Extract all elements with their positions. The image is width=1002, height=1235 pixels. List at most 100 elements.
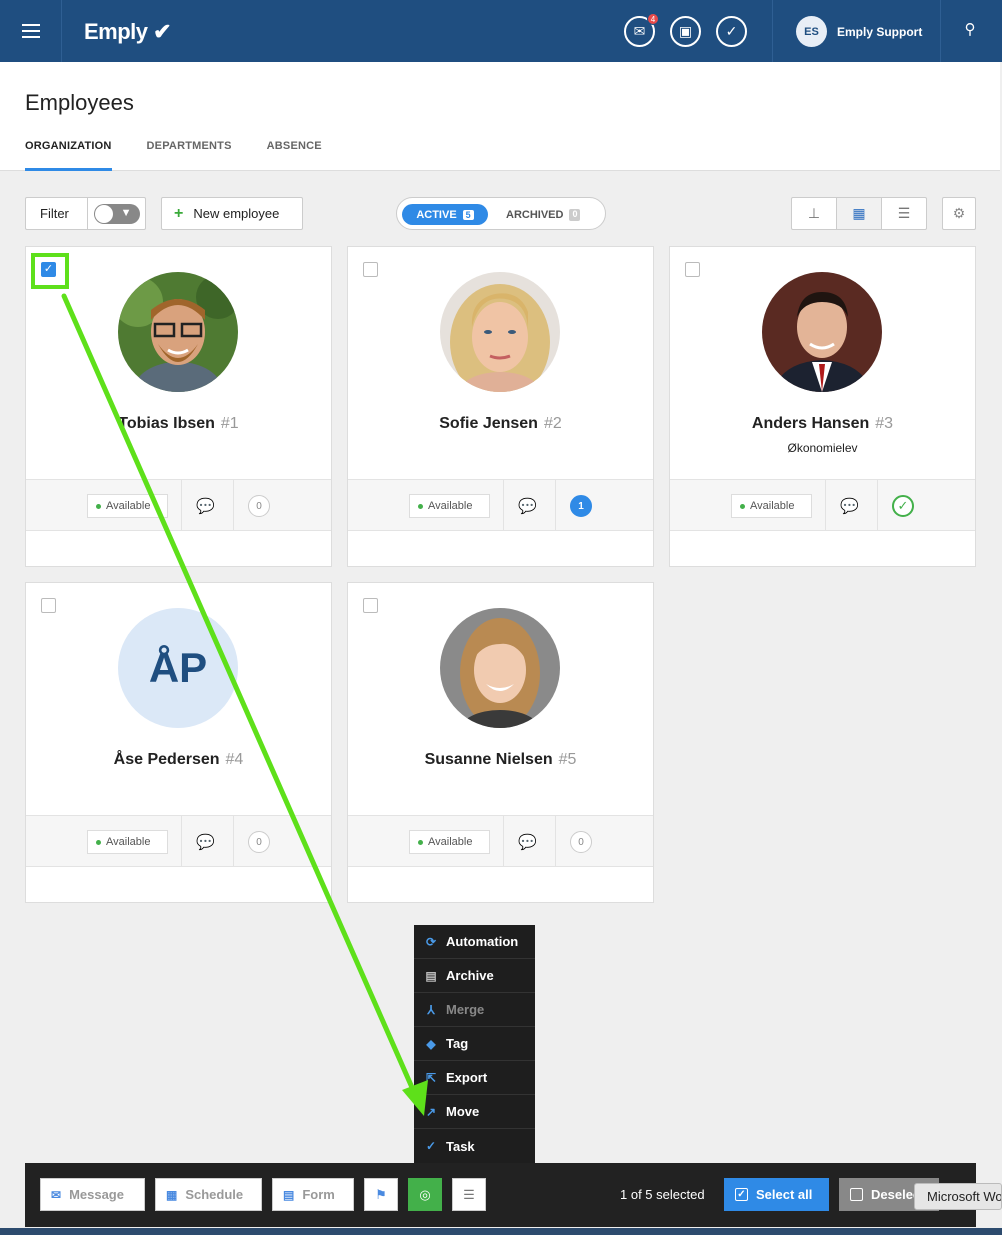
chat-icon[interactable]: 💬	[518, 497, 537, 515]
bulk-action-bar: ✉ Message ▦ Schedule ▤ Form ⚑ ◎ ☰ 1 of 5 se…	[25, 1163, 976, 1227]
tab-organization[interactable]: ORGANIZATION	[25, 140, 112, 171]
divider	[772, 0, 773, 62]
employee-checkbox[interactable]	[363, 598, 378, 613]
archive-box-icon: ▤	[425, 968, 437, 983]
tab-departments[interactable]: DEPARTMENTS	[147, 140, 232, 171]
menu-item-move[interactable]: ↗ Move	[414, 1095, 535, 1129]
divider	[555, 816, 556, 866]
tab-absence[interactable]: ABSENCE	[267, 140, 322, 171]
employee-initials-avatar: ÅP	[118, 608, 238, 728]
hierarchy-icon: ⊥	[807, 205, 821, 221]
messages-button[interactable]: ✉ 4	[624, 13, 659, 47]
grid-view-button[interactable]: ▦	[837, 198, 882, 229]
employee-card[interactable]: Sofie Jensen #2 Available 💬 1	[347, 246, 654, 567]
list-view-button[interactable]: ☰	[882, 198, 926, 229]
employee-status-row: Available 💬 0	[26, 815, 331, 867]
user-avatar: ES	[796, 16, 827, 47]
chat-icon[interactable]: 💬	[196, 833, 215, 851]
employee-number: #4	[225, 751, 244, 768]
merge-icon: ⅄	[427, 1002, 435, 1017]
chat-icon[interactable]: 💬	[196, 497, 215, 515]
tasks-button[interactable]: ✓	[716, 16, 747, 47]
availability-badge: Available	[409, 494, 490, 518]
settings-button[interactable]: ⚙	[942, 197, 976, 230]
employee-name[interactable]: Tobias Ibsen #1	[26, 415, 331, 433]
employee-name[interactable]: Åse Pedersen #4	[26, 751, 331, 769]
emply-logo[interactable]: Emply ✔	[84, 19, 172, 45]
employee-name[interactable]: Sofie Jensen #2	[348, 415, 653, 433]
taskbar-tooltip: Microsoft Word	[914, 1183, 1002, 1210]
employee-name[interactable]: Anders Hansen #3	[670, 415, 975, 433]
chat-icon[interactable]: 💬	[518, 833, 537, 851]
task-complete-icon: ✓	[892, 495, 914, 517]
selection-count: 1 of 5 selected	[620, 1187, 705, 1202]
funnel-icon: ▼	[120, 206, 132, 219]
menu-item-label: Automation	[446, 934, 519, 949]
employee-photo	[440, 608, 560, 728]
filter-control: Filter ▼	[25, 197, 146, 230]
employee-card[interactable]: ÅP Åse Pedersen #4 Available 💬 0	[25, 582, 332, 903]
archived-count: 0	[569, 209, 581, 221]
form-label: Form	[302, 1187, 335, 1202]
employee-card[interactable]: Susanne Nielsen #5 Available 💬 0	[347, 582, 654, 903]
envelope-icon: ✉	[633, 23, 646, 39]
active-filter-button[interactable]: ACTIVE 5	[402, 204, 488, 225]
view-switcher: ⊥ ▦ ☰	[791, 197, 927, 230]
schedule-button[interactable]: ▦ Schedule	[155, 1178, 262, 1211]
employee-checkbox[interactable]	[41, 598, 56, 613]
hamburger-icon	[21, 24, 40, 38]
employee-checkbox[interactable]	[363, 262, 378, 277]
chat-icon[interactable]: 💬	[840, 497, 859, 515]
message-button[interactable]: ✉ Message	[40, 1178, 145, 1211]
select-all-button[interactable]: ✓ Select all	[724, 1178, 829, 1211]
menu-item-automation[interactable]: ⟳ Automation	[414, 925, 535, 959]
menu-item-task[interactable]: ✓ Task	[414, 1129, 535, 1163]
divider	[940, 0, 941, 62]
calendar-button[interactable]: ▣	[670, 16, 701, 47]
employee-checkbox[interactable]	[685, 262, 700, 277]
target-button[interactable]: ◎	[408, 1178, 442, 1211]
form-button[interactable]: ▤ Form	[272, 1178, 354, 1211]
divider	[181, 480, 182, 530]
employee-name[interactable]: Susanne Nielsen #5	[348, 751, 653, 769]
location-button[interactable]: ⚑	[364, 1178, 398, 1211]
message-label: Message	[69, 1187, 124, 1202]
employee-card[interactable]: Anders Hansen #3 Økonomielev Available 💬 …	[669, 246, 976, 567]
filter-label: Filter	[40, 206, 69, 221]
more-actions-button[interactable]: ☰	[452, 1178, 486, 1211]
person-photo-icon	[118, 272, 238, 392]
user-menu[interactable]: ES Emply Support	[796, 16, 922, 47]
menu-item-export[interactable]: ⇱ Export	[414, 1061, 535, 1095]
new-employee-button[interactable]: + New employee	[161, 197, 303, 230]
map-pin-icon: ⚑	[375, 1186, 387, 1202]
tab-bar: ORGANIZATION DEPARTMENTS ABSENCE	[25, 140, 322, 171]
task-count: 0	[248, 495, 270, 517]
menu-item-tag[interactable]: ◆ Tag	[414, 1027, 535, 1061]
org-chart-view-button[interactable]: ⊥	[792, 198, 837, 229]
logo-check-icon: ✔	[147, 19, 172, 44]
logo-text: Emply	[84, 19, 148, 44]
archived-filter-button[interactable]: ARCHIVED 0	[506, 209, 581, 221]
divider	[503, 480, 504, 530]
export-icon: ⇱	[425, 1070, 437, 1085]
employee-status-row: Available 💬 ✓	[670, 479, 975, 531]
availability-badge: Available	[731, 494, 812, 518]
archived-label: ARCHIVED	[506, 209, 564, 221]
select-all-label: Select all	[756, 1187, 813, 1202]
checkmark-icon: ✓	[425, 1139, 437, 1153]
divider	[503, 816, 504, 866]
search-button[interactable]: ⚲	[955, 20, 985, 42]
name-text: Anders Hansen	[751, 415, 870, 432]
employee-card[interactable]: ✓ Tobias Ibsen #1 Available 💬 0	[25, 246, 332, 567]
employee-number: #1	[220, 415, 239, 432]
menu-item-archive[interactable]: ▤ Archive	[414, 959, 535, 993]
plus-icon: +	[174, 204, 184, 222]
availability-badge: Available	[87, 830, 168, 854]
menu-item-label: Task	[446, 1138, 475, 1154]
filter-toggle[interactable]: ▼	[87, 198, 145, 229]
menu-button[interactable]	[0, 0, 62, 62]
new-employee-label: New employee	[193, 206, 280, 221]
toggle-switch: ▼	[93, 203, 140, 224]
divider	[877, 480, 878, 530]
employee-photo	[440, 272, 560, 392]
